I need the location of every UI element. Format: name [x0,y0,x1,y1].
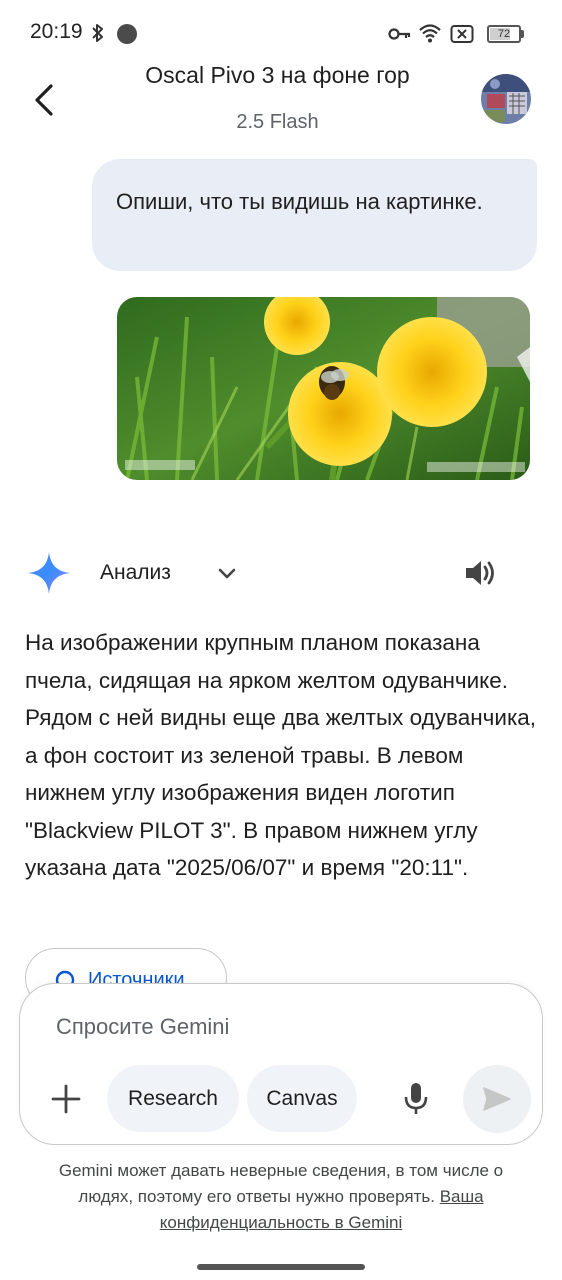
vpn-key-icon [388,28,411,40]
user-message-text: Опиши, что ты видишь на картинке. [116,189,483,214]
status-bar: 20:19 72 [0,0,562,68]
home-indicator[interactable] [197,1264,365,1270]
no-sim-icon [450,25,474,43]
send-icon [483,1087,511,1111]
notification-dot-icon [117,24,137,44]
user-avatar[interactable] [481,74,531,124]
model-selector[interactable]: 2.5 Flash [80,111,475,134]
canvas-button[interactable]: Canvas [247,1065,357,1132]
add-attachment-button[interactable] [44,1077,88,1121]
microphone-icon [404,1083,428,1114]
disclaimer-text: Gemini может давать неверные сведения, в… [58,1161,504,1206]
disclaimer: Gemini может давать неверные сведения, в… [40,1158,522,1236]
dandelion-bee-photo [117,297,530,480]
research-button[interactable]: Research [107,1065,239,1132]
battery-percent: 72 [497,28,511,40]
bluetooth-icon [92,24,103,42]
status-time: 20:19 [30,20,83,43]
user-message-bubble: Опиши, что ты видишь на картинке. [92,159,537,271]
chevron-down-icon[interactable] [214,562,240,584]
gemini-spark-icon [28,552,70,594]
chat-title: Oscal Pivo 3 на фоне гор [145,62,410,88]
prompt-input[interactable] [56,1014,496,1040]
response-text: На изображении крупным планом показана п… [25,630,537,880]
plus-icon [51,1084,81,1114]
send-button[interactable] [463,1065,531,1133]
battery-icon: 72 [487,25,521,43]
prompt-composer: Research Canvas [19,983,543,1145]
back-button[interactable] [24,78,64,122]
analysis-mode-label[interactable]: Анализ [100,561,171,585]
speaker-icon[interactable] [462,558,498,588]
avatar-image [481,74,531,124]
back-arrow-icon [35,84,53,116]
microphone-button[interactable] [396,1079,436,1119]
attached-image[interactable] [117,297,530,480]
wifi-icon [419,24,441,43]
battery-cap [521,30,524,38]
